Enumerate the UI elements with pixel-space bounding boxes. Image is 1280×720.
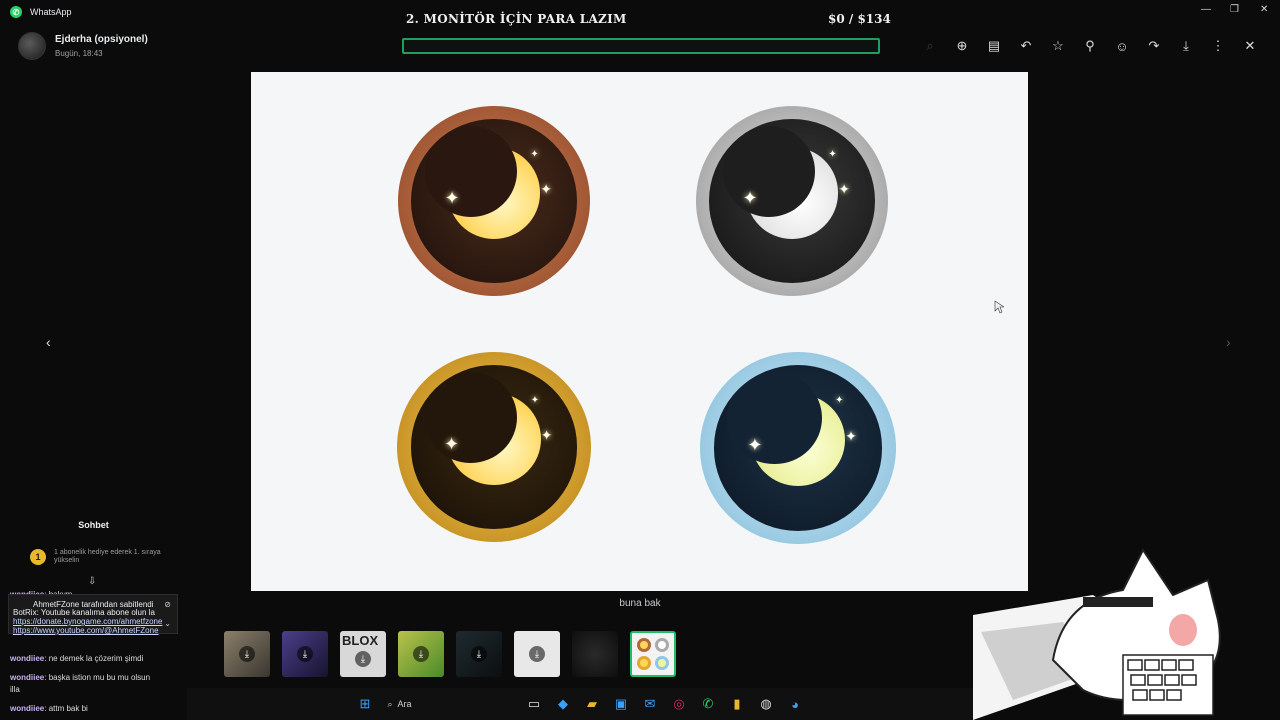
sub-gift-text: 1 abonelik hediye ederek 1. sıraya yükse… — [54, 549, 161, 564]
youtube-link[interactable]: https://www.youtube.com/@AhmetFZone — [13, 626, 173, 635]
zoom-in-icon[interactable]: ⊕ — [946, 36, 978, 56]
copilot-icon[interactable]: ◆ — [549, 692, 578, 716]
sender-time: Bugün, 18:43 — [55, 49, 103, 58]
search-icon: ⌕ — [387, 698, 398, 709]
download-icon[interactable]: ⤓ — [413, 646, 429, 662]
sub-rank-badge: 1 — [30, 549, 46, 565]
chat-message: wondiiee: attm bak bi — [10, 704, 88, 713]
chat-message: illa — [10, 685, 20, 694]
store-icon[interactable]: ▣ — [607, 692, 636, 716]
prev-media-icon[interactable]: ‹ — [46, 334, 51, 350]
reply-icon[interactable]: ↶ — [1010, 36, 1042, 56]
donate-link[interactable]: https://donate.bynogame.com/ahmetfzone — [13, 617, 163, 626]
start-icon[interactable]: ⊞ — [351, 692, 380, 716]
thumbnail-4[interactable]: ⤓ — [398, 631, 444, 677]
media-image: ✦ ✦ ✦ ✦ ✦ ✦ ✦ ✦ ✦ ✦ ✦ ✦ — [251, 72, 1028, 591]
more-icon[interactable]: ⋮ — [1202, 36, 1234, 56]
search-dim-icon: ⌕ — [926, 38, 934, 53]
unpin-icon[interactable]: ⊘ — [164, 600, 171, 609]
moon-badge-gold: ✦ ✦ ✦ — [397, 352, 591, 542]
file-explorer-icon[interactable]: ▰ — [578, 692, 607, 716]
avatar[interactable] — [18, 32, 46, 60]
download-icon[interactable]: ⤓ — [297, 646, 313, 662]
outlook-icon[interactable]: ✉ — [636, 692, 665, 716]
download-icon[interactable]: ⤓ — [529, 646, 545, 662]
moon-badge-diamond: ✦ ✦ ✦ — [700, 352, 896, 544]
forward-icon[interactable]: ↷ — [1138, 36, 1170, 56]
app-icon-2[interactable]: ▮ — [723, 692, 752, 716]
thumbnail-5[interactable]: ⤓ — [456, 631, 502, 677]
thumbnail-6[interactable]: ⤓ — [514, 631, 560, 677]
emoji-icon[interactable]: ☺ — [1106, 36, 1138, 56]
download-icon[interactable]: ⤓ — [239, 646, 255, 662]
thumbnail-3[interactable]: BLOX ⤓ — [340, 631, 386, 677]
mouse-cursor-icon — [994, 300, 1004, 314]
close-icon[interactable]: ✕ — [1234, 36, 1266, 56]
download-icon[interactable]: ⤓ — [355, 651, 371, 667]
media-thumbnail-strip: ⤓ ⤓ BLOX ⤓ ⤓ ⤓ ⤓ — [224, 631, 676, 677]
window-titlebar: ✆ WhatsApp — ❐ ✕ — [0, 0, 1280, 24]
windows-taskbar: ⊞ ⌕ Ara ▭ ◆ ▰ ▣ ✉ ◎ ✆ ▮ ◍ ◕ — [187, 688, 973, 720]
pin-icon[interactable]: ⚲ — [1074, 36, 1106, 56]
media-toolbar: ⌕ ⊕ ▤ ↶ ☆ ⚲ ☺ ↷ ⤓ ⋮ ✕ — [914, 36, 1266, 56]
pinned-message: AhmetFZone tarafından sabitlendi BotRix:… — [8, 594, 178, 635]
thumbnail-7[interactable] — [572, 631, 618, 677]
chrome-icon[interactable]: ◍ — [752, 692, 781, 716]
taskbar-search[interactable]: ⌕ Ara — [380, 692, 520, 716]
caption-icon[interactable]: ▤ — [978, 36, 1010, 56]
chat-scroll-icon[interactable]: ⇩ — [88, 576, 96, 587]
next-media-icon[interactable]: › — [1226, 334, 1231, 350]
download-icon[interactable]: ⤓ — [1170, 36, 1202, 56]
chevron-down-icon[interactable]: ⌄ — [164, 619, 171, 628]
app-icon[interactable]: ◎ — [665, 692, 694, 716]
chat-message: wondiiee: ne demek la çözerim şimdi — [10, 654, 144, 663]
moon-badges-thumbnail-icon — [637, 638, 669, 670]
moon-badge-silver: ✦ ✦ ✦ — [696, 106, 888, 296]
browser-icon[interactable]: ◕ — [781, 692, 810, 716]
moon-badge-bronze: ✦ ✦ ✦ — [398, 106, 590, 296]
chat-message: wondiiee: başka istion mu bu mu olsun — [10, 673, 151, 682]
donation-goal-amount: $0 / $134 — [828, 12, 891, 26]
minimize-icon[interactable]: — — [1201, 4, 1211, 15]
chat-title: Sohbet — [78, 520, 109, 530]
cat-typing-overlay-icon — [973, 548, 1221, 720]
donation-progress-bar — [402, 38, 880, 54]
star-icon[interactable]: ☆ — [1042, 36, 1074, 56]
maximize-icon[interactable]: ❐ — [1230, 4, 1239, 15]
thumbnail-2[interactable]: ⤓ — [282, 631, 328, 677]
whatsapp-logo-icon: ✆ — [10, 6, 22, 18]
download-icon[interactable]: ⤓ — [471, 646, 487, 662]
thumbnail-1[interactable]: ⤓ — [224, 631, 270, 677]
thumbnail-8-selected[interactable] — [630, 631, 676, 677]
sender-name: Ejderha (opsiyonel) — [55, 34, 148, 45]
whatsapp-taskbar-icon[interactable]: ✆ — [694, 692, 723, 716]
app-title: WhatsApp — [30, 7, 72, 17]
donation-goal-title: 2. MONİTÖR İÇİN PARA LAZIM — [406, 12, 627, 26]
window-close-icon[interactable]: ✕ — [1260, 4, 1268, 15]
task-view-icon[interactable]: ▭ — [520, 692, 549, 716]
whatsapp-media-viewer: ✆ WhatsApp — ❐ ✕ 2. MONİTÖR İÇİN PARA LA… — [0, 0, 1280, 720]
media-sender: Ejderha (opsiyonel) Bugün, 18:43 — [18, 32, 148, 60]
